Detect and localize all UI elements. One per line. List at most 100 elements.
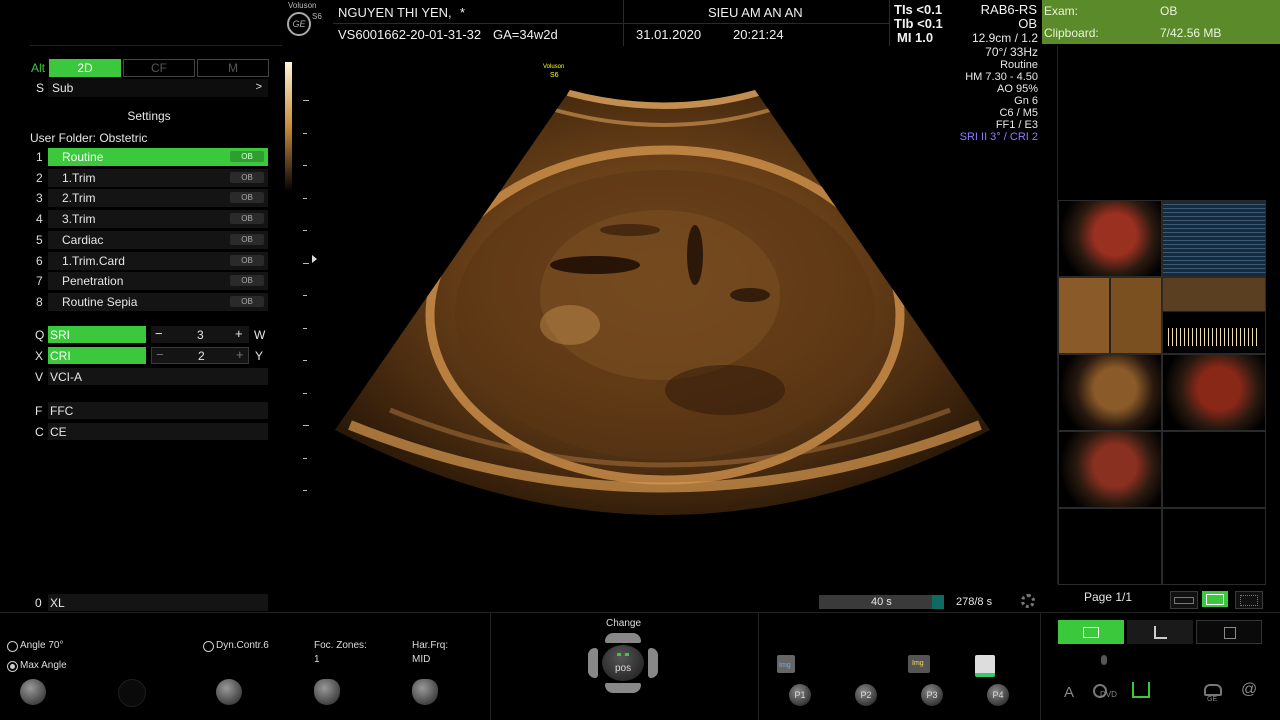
cri-stepper[interactable]: − 2 + [151, 347, 249, 364]
gain: Gn 6 [1014, 95, 1038, 107]
ce-label: CE [50, 425, 67, 439]
cri-label: CRI [50, 349, 71, 363]
p2-button[interactable]: P2 [855, 684, 877, 706]
harfrq-knob[interactable] [412, 679, 438, 705]
minus-icon[interactable]: − [156, 347, 164, 362]
application: OB [1018, 16, 1037, 31]
alt-label: Alt [31, 61, 46, 75]
mode-cf-button[interactable]: CF [123, 59, 195, 77]
depth-tick [303, 197, 307, 199]
preset-button[interactable]: 3.Trim OB [48, 210, 268, 229]
plus-icon[interactable]: + [235, 326, 243, 341]
send-img-icon[interactable]: Img [908, 655, 930, 673]
trackball-down-icon[interactable] [605, 683, 641, 693]
save-img-icon[interactable]: Img [777, 655, 795, 673]
probe-brand-mark: Voluson [543, 64, 565, 70]
annotation-icon[interactable]: A [1064, 684, 1074, 701]
p3-button[interactable]: P3 [921, 684, 943, 706]
trackball-ball[interactable]: pos [602, 645, 644, 681]
preset-tag: OB [230, 254, 264, 266]
voluson-model: S6 [312, 12, 322, 21]
max-angle-radio-icon[interactable] [7, 661, 18, 672]
patient-id: VS6001662-20-01-31-32 [338, 27, 482, 42]
foc-zones-value: 1 [314, 654, 320, 665]
preset-button[interactable]: Cardiac OB [48, 230, 268, 249]
p1-button[interactable]: P1 [789, 684, 811, 706]
exam-panel[interactable]: Exam: OB Clipboard: 7/42.56 MB [1042, 0, 1280, 44]
ce-button[interactable]: CE [48, 423, 268, 440]
patient-flag: * [460, 5, 466, 20]
gallery-thumbnail[interactable] [1058, 277, 1162, 354]
layout-1x1-button[interactable] [1170, 591, 1198, 609]
exam-value: OB [1160, 4, 1178, 18]
print-icon[interactable] [975, 655, 995, 677]
layout-3x3-button[interactable] [1235, 591, 1263, 609]
trackball-control[interactable]: pos [588, 633, 658, 693]
trackball-right-icon[interactable] [648, 648, 658, 678]
preset-tag: OB [230, 213, 264, 225]
foc-zones-knob[interactable] [314, 679, 340, 705]
microphone-icon[interactable] [1101, 655, 1107, 665]
preset-tag: OB [230, 295, 264, 307]
gear-icon[interactable] [1021, 594, 1035, 608]
xl-button[interactable]: XL [48, 594, 268, 611]
foc-zones-label: Foc. Zones: [314, 640, 367, 651]
dyn-contr-radio-icon[interactable] [203, 641, 214, 652]
chevron-right-icon: > [255, 81, 262, 93]
gallery-thumbnail[interactable] [1162, 200, 1266, 277]
export-icon[interactable] [1132, 682, 1150, 698]
preset-button[interactable]: Routine OB [48, 148, 268, 166]
trackball-up-icon[interactable] [605, 633, 641, 643]
preset-button[interactable]: Penetration OB [48, 272, 268, 291]
gallery-thumbnail[interactable] [1162, 277, 1266, 354]
preset-number: 7 [36, 274, 43, 289]
focus-marker-icon[interactable] [312, 255, 317, 263]
preset-number: 1 [36, 150, 43, 164]
sri-button[interactable]: SRI [48, 326, 146, 343]
cri-key: X [35, 349, 44, 363]
ffc-button[interactable]: FFC [48, 402, 268, 419]
send-img-label: Img [912, 660, 924, 667]
layout-2x2-button[interactable] [1202, 591, 1228, 607]
sri-stepper[interactable]: − 3 + [151, 326, 249, 343]
p4-button[interactable]: P4 [987, 684, 1009, 706]
angle-knob[interactable] [20, 679, 46, 705]
xl-key: 0 [35, 596, 42, 610]
cine-frames: 278/8 s [956, 596, 993, 608]
angle-radio-icon[interactable] [7, 641, 18, 652]
ge-service-icon[interactable] [1204, 684, 1222, 696]
ultrasound-image[interactable] [330, 80, 995, 535]
preset-button[interactable]: 1.Trim OB [48, 168, 268, 187]
sub-menu-row[interactable]: Sub > [48, 79, 268, 97]
mode-2d-button[interactable]: 2D [49, 59, 121, 77]
gallery-thumbnail[interactable] [1058, 200, 1162, 277]
gallery-thumbnail[interactable] [1058, 431, 1162, 508]
preset-button[interactable]: Routine Sepia OB [48, 292, 268, 311]
user-folder: User Folder: Obstetric [30, 131, 148, 145]
gallery-thumbnail[interactable] [1058, 354, 1162, 431]
email-icon[interactable]: @ [1241, 681, 1257, 699]
vci-button[interactable]: VCI-A [48, 368, 268, 385]
chart-view-tab[interactable] [1127, 620, 1193, 644]
preset-button[interactable]: 2.Trim OB [48, 189, 268, 208]
depth-tick [303, 100, 309, 101]
header-divider [889, 0, 890, 46]
dyn-contr-knob[interactable] [216, 679, 242, 705]
ff-e-values: FF1 / E3 [995, 119, 1038, 131]
gallery-grid [1058, 200, 1268, 585]
preset-tag: OB [230, 192, 264, 204]
cri-button[interactable]: CRI [48, 347, 146, 364]
minus-icon[interactable]: − [155, 326, 163, 341]
cine-bar[interactable]: 40 s [819, 595, 944, 609]
preset-row: 4 3.Trim OB [30, 210, 270, 229]
grid-view-tab[interactable] [1058, 620, 1124, 644]
mode-m-button[interactable]: M [197, 59, 269, 77]
preset-number: 5 [36, 232, 43, 247]
checklist-tab[interactable] [1196, 620, 1262, 644]
gallery-thumbnail[interactable] [1162, 354, 1266, 431]
trackball-left-icon[interactable] [588, 648, 598, 678]
gallery-empty-slot [1058, 508, 1162, 585]
plus-icon[interactable]: + [236, 347, 244, 362]
preset-button[interactable]: 1.Trim.Card OB [48, 251, 268, 270]
preset-label: 3.Trim [62, 212, 96, 227]
